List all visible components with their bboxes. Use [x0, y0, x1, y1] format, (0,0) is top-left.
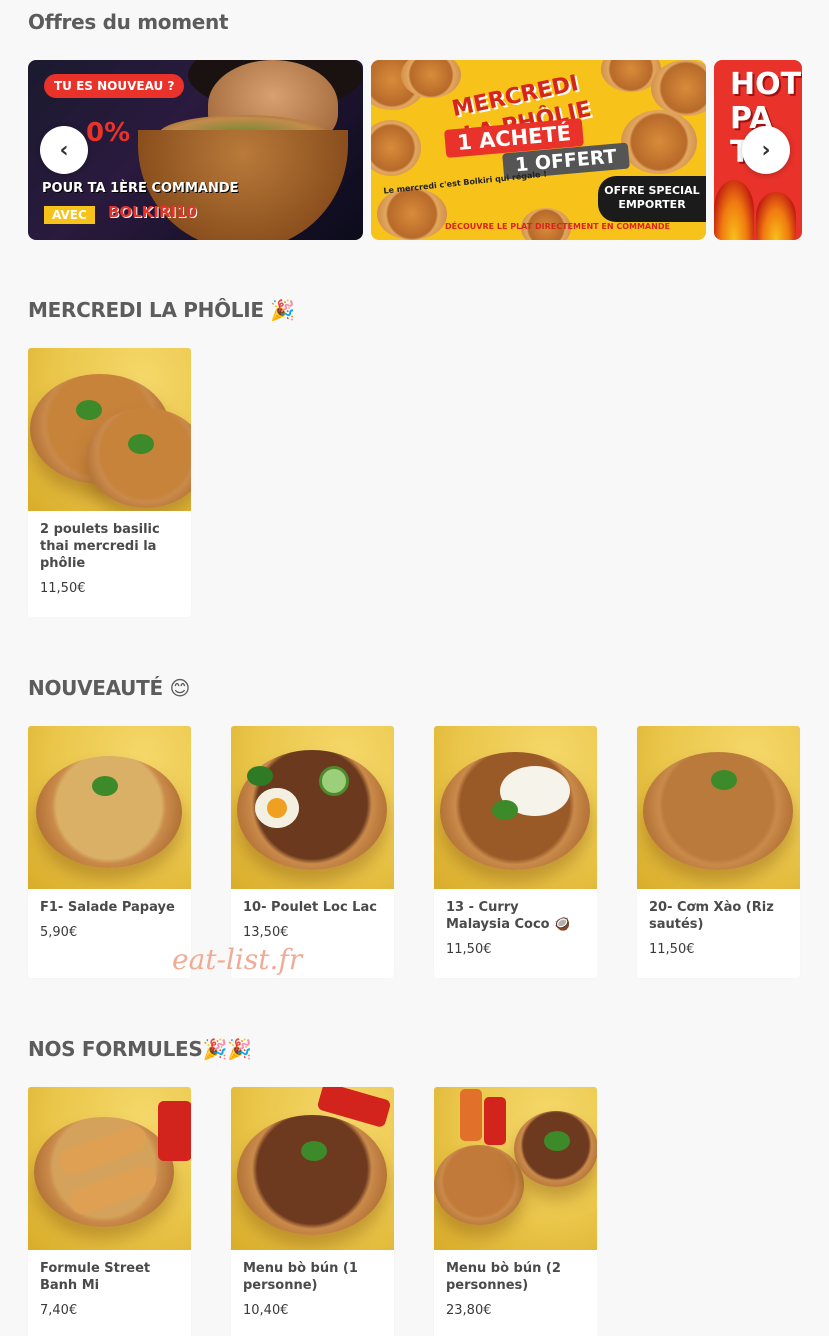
product-card[interactable]: 2 poulets basilic thai mercredi la phôli… [28, 348, 191, 617]
product-card[interactable]: Formule Street Banh Mi 7,40€ [28, 1087, 191, 1336]
herb-garnish [301, 1141, 327, 1161]
banner-footer: DÉCOUVRE LE PLAT DIRECTEMENT EN COMMANDE [445, 222, 670, 231]
product-image [434, 726, 597, 889]
herb-garnish [711, 770, 737, 790]
promo-code: BOLKIRI10 [108, 203, 197, 221]
product-card[interactable]: F1- Salade Papaye 5,90€ [28, 726, 191, 978]
product-image [231, 1087, 394, 1250]
special-offer-badge: OFFRE SPECIAL EMPORTER [598, 176, 706, 222]
watermark: eat-list.fr [172, 943, 303, 976]
special-offer-line1: OFFRE SPECIAL [604, 184, 700, 197]
banner-bowl [377, 188, 447, 240]
product-name: F1- Salade Papaye [40, 900, 175, 915]
product-image [28, 726, 191, 889]
product-image [231, 726, 394, 889]
banner-tagline: Le mercredi c'est Bolkiri qui régale ! [382, 169, 548, 196]
flame-shape [756, 192, 796, 240]
herb-garnish [92, 776, 118, 796]
soda-can [484, 1097, 506, 1145]
discount-percent: 0% [86, 118, 131, 148]
banner-bowl [371, 120, 421, 176]
new-customer-badge: TU ES NOUVEAU ? [44, 74, 185, 98]
first-order-text: POUR TA 1ÈRE COMMANDE [42, 181, 239, 196]
product-card[interactable]: 10- Poulet Loc Lac 13,50€ [231, 726, 394, 978]
carousel-next-button[interactable]: › [742, 126, 790, 174]
product-name: Formule Street Banh Mi [40, 1261, 151, 1293]
product-price: 23,80€ [446, 1303, 492, 1318]
carousel-prev-button[interactable]: ‹ [40, 126, 88, 174]
avec-label: AVEC [44, 206, 95, 224]
product-name: Menu bò bún (1 personne) [243, 1261, 358, 1293]
category-title-formules: NOS FORMULES🎉🎉 [28, 1037, 252, 1061]
product-card[interactable]: Menu bò bún (2 personnes) 23,80€ [434, 1087, 597, 1336]
product-image [637, 726, 800, 889]
herb-garnish [76, 400, 102, 420]
soda-can [158, 1101, 191, 1161]
category-title-mercredi: MERCREDI LA PHÔLIE 🎉 [28, 298, 296, 322]
product-price: 10,40€ [243, 1303, 289, 1318]
banner-bowl [651, 60, 706, 116]
flame-shape [714, 180, 754, 240]
product-price: 11,50€ [40, 581, 86, 596]
herb-garnish [128, 434, 154, 454]
offers-title: Offres du moment [28, 10, 229, 34]
product-name: 13 - Curry Malaysia Coco 🥥 [446, 900, 571, 932]
food-bowl [237, 1115, 387, 1235]
product-image [434, 1087, 597, 1250]
product-price: 11,50€ [446, 942, 492, 957]
product-name: 20- Cơm Xào (Riz sautés) [649, 900, 774, 932]
chevron-left-icon: ‹ [59, 137, 69, 163]
herb-garnish [544, 1131, 570, 1151]
product-card[interactable]: Menu bò bún (1 personne) 10,40€ [231, 1087, 394, 1336]
food-bowl [434, 1145, 524, 1225]
product-name: 10- Poulet Loc Lac [243, 900, 377, 915]
food-bowl [36, 756, 182, 868]
soda-can [460, 1089, 482, 1141]
herb-garnish [492, 800, 518, 820]
herb-garnish [247, 766, 273, 786]
food-bowl [643, 752, 793, 870]
product-card[interactable]: 20- Cơm Xào (Riz sautés) 11,50€ [637, 726, 800, 978]
special-offer-line2: EMPORTER [618, 198, 686, 211]
product-price: 11,50€ [649, 942, 695, 957]
banner-bowl [621, 110, 697, 174]
egg-shape [255, 788, 299, 828]
product-image [28, 1087, 191, 1250]
product-price: 7,40€ [40, 1303, 78, 1318]
product-price: 5,90€ [40, 925, 78, 940]
food-bowl [86, 408, 191, 508]
cucumber-slice [319, 766, 349, 796]
product-name: 2 poulets basilic thai mercredi la phôli… [40, 522, 160, 571]
promo-banner-mercredi[interactable]: MERCREDI LA PHÔLIE 1 ACHETÉ 1 OFFERT Le … [371, 60, 706, 240]
category-title-nouveaute: NOUVEAUTÉ 😊 [28, 676, 191, 700]
chevron-right-icon: › [761, 137, 771, 163]
product-card[interactable]: 13 - Curry Malaysia Coco 🥥 11,50€ [434, 726, 597, 978]
product-name: Menu bò bún (2 personnes) [446, 1261, 561, 1293]
product-image [28, 348, 191, 511]
